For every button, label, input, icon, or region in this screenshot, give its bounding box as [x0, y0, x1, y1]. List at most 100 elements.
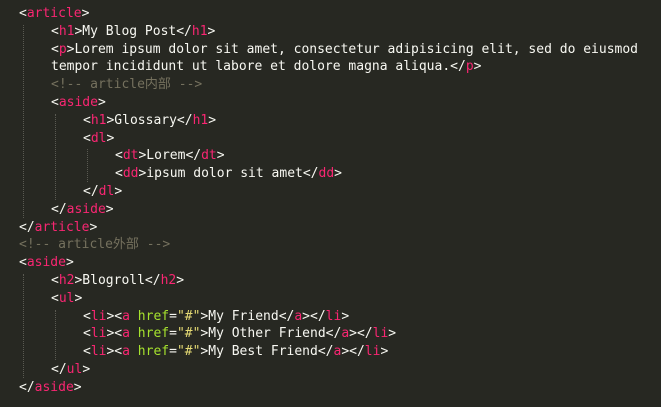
code-token-txt: <: [83, 112, 91, 128]
code-line[interactable]: <dt>Lorem</dt>: [115, 147, 225, 165]
code-token-txt: =: [169, 308, 177, 324]
code-line[interactable]: <dl>: [83, 130, 114, 148]
code-token-tag: article: [26, 6, 82, 21]
code-line[interactable]: </ul>: [51, 361, 90, 379]
code-token-txt: <: [51, 41, 59, 57]
code-token-txt: >: [82, 362, 91, 377]
code-line[interactable]: </article>: [19, 219, 97, 237]
code-line[interactable]: <!-- article内部 -->: [51, 76, 202, 94]
code-token-txt: ></: [341, 344, 365, 360]
code-token-tag: dl: [90, 130, 107, 146]
code-token-tag: p: [465, 59, 474, 75]
code-token-tag: aside: [66, 201, 106, 217]
code-token-tag: a: [122, 344, 130, 360]
code-line[interactable]: <aside>: [51, 94, 106, 112]
code-line[interactable]: <aside>: [19, 254, 74, 272]
code-line[interactable]: <ul>: [51, 290, 82, 308]
code-line[interactable]: <article>: [19, 5, 89, 23]
code-line[interactable]: <h2>Blogroll</h2>: [51, 272, 184, 290]
code-line[interactable]: tempor incididunt ut labore et dolore ma…: [51, 58, 481, 76]
code-token-tag: li: [90, 326, 107, 342]
code-token-tag: dt: [122, 148, 139, 164]
code-token-tag: h1: [90, 112, 107, 128]
code-token-txt: >: [73, 379, 82, 395]
code-token-txt: <: [83, 326, 91, 342]
code-token-tag: aside: [34, 379, 74, 395]
code-token-txt: <: [51, 273, 59, 288]
code-token-tag: h2: [160, 273, 177, 288]
code-token-txt: >My Blog Post</: [74, 23, 192, 39]
code-token-tag: a: [122, 326, 130, 342]
code-token-txt: >: [65, 255, 74, 271]
code-token-txt: >ipsum dolor sit amet</: [138, 166, 319, 182]
code-line[interactable]: <dd>ipsum dolor sit amet</dd>: [115, 165, 342, 183]
indent-guide: [55, 113, 56, 200]
code-token-txt: >: [216, 148, 225, 164]
code-token-txt: =: [169, 344, 177, 360]
code-token-tag: a: [122, 308, 130, 324]
code-token-tag: h1: [192, 112, 209, 128]
code-token-txt: >Lorem</: [138, 148, 202, 164]
code-token-txt: >: [207, 23, 216, 39]
code-token-tag: a: [341, 326, 350, 342]
code-token-txt: ></: [302, 308, 326, 324]
code-token-tag: li: [372, 326, 389, 342]
code-token-txt: ><: [106, 326, 123, 342]
code-token-txt: <: [115, 148, 123, 164]
code-token-tag: dd: [122, 166, 139, 182]
code-token-txt: >: [105, 201, 114, 217]
code-token-txt: >: [89, 219, 98, 235]
code-token-tag: h1: [191, 23, 208, 39]
code-token-txt: <: [51, 95, 59, 110]
code-token-tag: li: [90, 344, 107, 360]
code-token-txt: ><: [106, 344, 123, 360]
code-line[interactable]: <li><a href="#">My Other Friend</a></li>: [83, 325, 396, 343]
code-line[interactable]: <li><a href="#">My Best Friend</a></li>: [83, 343, 388, 361]
code-token-str: "#": [176, 326, 201, 342]
code-token-str: "#": [176, 308, 201, 324]
code-token-txt: >: [81, 6, 90, 21]
code-line[interactable]: </aside>: [19, 379, 82, 397]
code-token-txt: >My Friend</: [200, 308, 295, 324]
code-token-txt: <: [83, 308, 91, 324]
code-token-txt: >Lorem ipsum dolor sit amet, consectetur…: [66, 41, 639, 57]
code-token-txt: <: [19, 255, 27, 271]
indent-guide: [55, 309, 56, 360]
code-line[interactable]: <h1>My Blog Post</h1>: [51, 23, 215, 41]
code-token-txt: <: [19, 6, 27, 21]
code-token-txt: >: [114, 184, 123, 199]
code-token-tag: li: [325, 308, 342, 324]
code-token-txt: </: [19, 219, 35, 235]
code-token-tag: p: [58, 41, 67, 57]
indent-guide: [87, 149, 88, 182]
code-line[interactable]: </aside>: [51, 201, 114, 219]
code-token-txt: >Glossary</: [106, 112, 193, 128]
code-token-txt: >My Best Friend</: [200, 344, 334, 360]
code-token-txt: ><: [106, 308, 123, 324]
code-token-txt: </: [19, 379, 35, 395]
indent-guide: [23, 24, 24, 218]
code-line[interactable]: <!-- article外部 -->: [19, 236, 170, 254]
code-token-txt: </: [83, 184, 99, 199]
code-line[interactable]: <p>Lorem ipsum dolor sit amet, consectet…: [51, 41, 638, 59]
code-line[interactable]: <li><a href="#">My Friend</a></li>: [83, 308, 349, 326]
code-editor[interactable]: <article> <h1>My Blog Post</h1> <p>Lorem i…: [0, 0, 661, 407]
code-token-txt: tempor incididunt ut labore et dolore ma…: [51, 59, 466, 75]
code-token-txt: >: [208, 112, 217, 128]
code-token-txt: </: [51, 201, 67, 217]
code-token-txt: >My Other Friend</: [200, 326, 342, 342]
code-token-str: "#": [176, 344, 201, 360]
code-token-txt: <: [51, 290, 59, 306]
code-token-tag: aside: [58, 95, 98, 110]
code-token-txt: >: [334, 166, 342, 182]
code-token-cm: <!-- article内部 -->: [51, 77, 203, 93]
code-line[interactable]: </dl>: [83, 183, 122, 201]
code-token-attr: href: [137, 308, 170, 324]
code-token-txt: >: [341, 308, 350, 324]
code-token-cm: <!-- article外部 -->: [19, 237, 171, 253]
code-token-tag: h2: [58, 273, 75, 288]
code-line[interactable]: <h1>Glossary</h1>: [83, 112, 216, 130]
